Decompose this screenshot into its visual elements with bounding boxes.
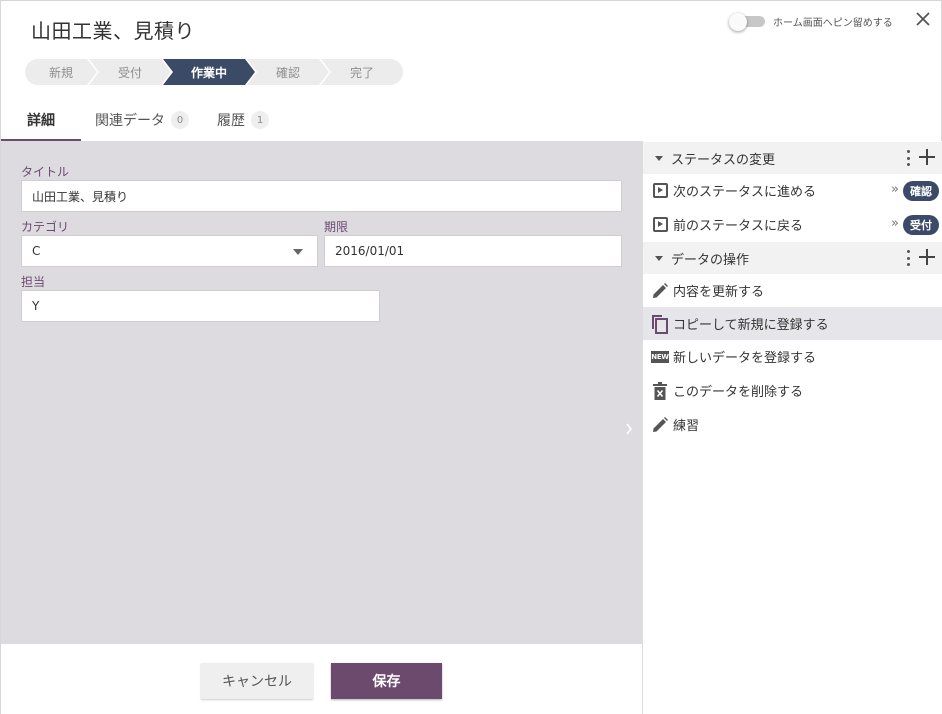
chevron-down-icon [293, 249, 303, 255]
prev-status-badge: 受付 [903, 215, 939, 235]
caret-down-icon [655, 255, 663, 261]
practice-label: 練習 [673, 419, 700, 434]
tab-bar: 詳細 関連データ 0 履歴 1 [1, 99, 641, 141]
new-data-item[interactable]: NEW 新しいデータを登録する [643, 340, 942, 373]
play-box-icon [651, 182, 669, 200]
status-change-section-header[interactable]: ステータスの変更 [643, 142, 942, 174]
copy-icon [651, 314, 669, 334]
title-label: タイトル [21, 165, 70, 179]
plus-icon[interactable] [919, 149, 935, 165]
cancel-button[interactable]: キャンセル [201, 663, 313, 699]
prev-status-label: 前のステータスに戻る [673, 219, 804, 234]
play-box-icon [651, 216, 669, 234]
pin-label: ホーム画面へピン留めする [773, 17, 893, 29]
panel-expand-button[interactable] [623, 419, 635, 439]
new-badge-icon: NEW [651, 350, 669, 363]
deadline-label: 期限 [324, 220, 349, 234]
actions-panel: ステータスの変更 次のステータスに進める » 確認 前のステータスに戻る » 受… [642, 141, 942, 714]
pencil-icon [651, 416, 669, 434]
status-section-title: ステータスの変更 [671, 152, 776, 168]
next-status-item[interactable]: 次のステータスに進める » 確認 [643, 174, 942, 207]
close-button[interactable] [911, 7, 935, 31]
update-item[interactable]: 内容を更新する [643, 274, 942, 307]
tab-history[interactable]: 履歴 1 [201, 99, 281, 141]
data-section-title: データの操作 [671, 252, 750, 268]
category-value: C [32, 244, 41, 258]
practice-item[interactable]: 練習 [643, 408, 942, 441]
title-input[interactable]: 山田工業、見積り [21, 180, 622, 212]
pin-to-home-toggle-group[interactable]: ホーム画面へピン留めする [729, 13, 893, 31]
pencil-icon [651, 282, 669, 300]
category-select[interactable]: C [21, 235, 318, 267]
step-new: 新規 [25, 59, 97, 85]
tab-related-data[interactable]: 関連データ 0 [81, 99, 201, 141]
step-confirm: 確認 [247, 59, 329, 85]
assignee-input[interactable]: Y [21, 290, 380, 322]
step-in-progress: 作業中 [163, 59, 255, 85]
more-vert-icon[interactable] [905, 150, 911, 166]
more-vert-icon[interactable] [905, 250, 911, 266]
save-button[interactable]: 保存 [331, 663, 442, 699]
data-operations-section-header[interactable]: データの操作 [643, 242, 942, 274]
assignee-label: 担当 [21, 275, 46, 289]
chevron-right-icon [626, 423, 632, 435]
delete-label: このデータを削除する [673, 385, 804, 400]
tab-details[interactable]: 詳細 [1, 99, 81, 141]
deadline-input[interactable]: 2016/01/01 [324, 235, 622, 267]
history-count-badge: 1 [251, 111, 269, 129]
close-icon [916, 12, 930, 26]
detail-form: タイトル 山田工業、見積り カテゴリ C 期限 2016/01/01 担当 Y [1, 141, 642, 644]
copy-new-item[interactable]: コピーして新規に登録する [643, 307, 942, 340]
trash-icon [651, 381, 669, 400]
dialog-window: 山田工業、見積り ホーム画面へピン留めする 新規 受付 作業中 確認 完了 詳細… [0, 0, 942, 714]
new-data-label: 新しいデータを登録する [673, 351, 817, 366]
double-chevron-icon: » [891, 216, 899, 231]
double-chevron-icon: » [891, 182, 899, 197]
next-status-label: 次のステータスに進める [673, 185, 817, 200]
related-count-badge: 0 [171, 111, 189, 129]
category-label: カテゴリ [21, 220, 70, 234]
step-complete: 完了 [321, 59, 403, 85]
copy-new-label: コピーして新規に登録する [673, 318, 829, 333]
form-footer: キャンセル 保存 [1, 644, 642, 714]
status-stepper: 新規 受付 作業中 確認 完了 [25, 59, 403, 85]
step-received: 受付 [89, 59, 171, 85]
update-label: 内容を更新する [673, 285, 765, 300]
page-title: 山田工業、見積り [31, 19, 195, 43]
next-status-badge: 確認 [903, 181, 939, 201]
prev-status-item[interactable]: 前のステータスに戻る » 受付 [643, 208, 942, 241]
plus-icon[interactable] [919, 249, 935, 265]
delete-item[interactable]: このデータを削除する [643, 374, 942, 407]
toggle-knob [729, 13, 747, 31]
pin-toggle[interactable] [729, 13, 765, 31]
caret-down-icon [655, 155, 663, 161]
